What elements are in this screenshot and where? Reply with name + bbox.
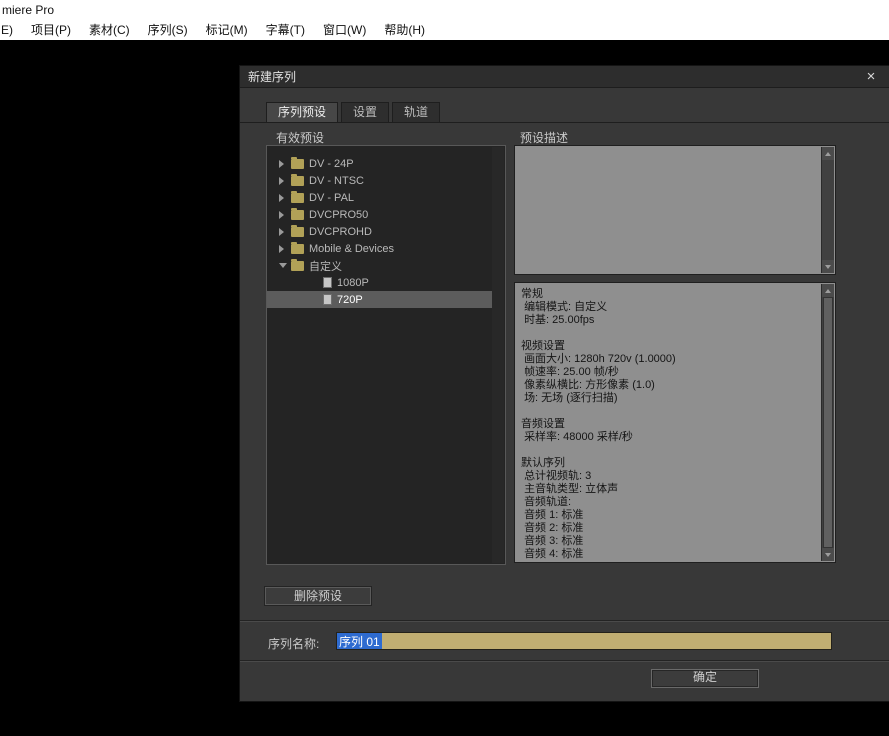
scroll-down-icon[interactable] xyxy=(822,548,834,561)
menu-item[interactable]: 标记(M) xyxy=(197,20,257,40)
details-scrollbar[interactable] xyxy=(821,284,834,561)
scroll-up-icon[interactable] xyxy=(822,284,834,297)
folder-icon xyxy=(291,227,304,237)
tab-bar: 序列预设 设置 轨道 xyxy=(266,102,443,123)
tree-item-label: DV - NTSC xyxy=(309,175,364,187)
tree-item[interactable]: DVCPRO50 xyxy=(267,206,492,223)
scroll-thumb[interactable] xyxy=(823,297,833,548)
folder-icon xyxy=(291,261,304,271)
tree-item-label: 1080P xyxy=(337,277,369,289)
divider xyxy=(240,660,889,662)
menu-item[interactable]: 素材(C) xyxy=(80,20,139,40)
description-line: 总计视频轨: 3 xyxy=(521,470,815,483)
menu-bar: E) 项目(P) 素材(C) 序列(S) 标记(M) 字幕(T) 窗口(W) 帮… xyxy=(0,20,889,40)
tree-item[interactable]: 自定义 xyxy=(267,257,492,274)
tree-item[interactable]: DV - NTSC xyxy=(267,172,492,189)
description-line: 主音轨类型: 立体声 xyxy=(521,483,815,496)
description-line: 像素纵横比: 方形像素 (1.0) xyxy=(521,379,815,392)
description-line: 视频设置 xyxy=(521,340,815,353)
preset-tree: DV - 24P DV - NTSC DV - PAL DVCPRO50 DVC xyxy=(266,145,506,565)
description-line: 音频 2: 标准 xyxy=(521,522,815,535)
tree-item-label: 720P xyxy=(337,294,363,306)
tree-item-label: DV - PAL xyxy=(309,192,354,204)
description-line: 时基: 25.00fps xyxy=(521,314,815,327)
description-line: 采样率: 48000 采样/秒 xyxy=(521,431,815,444)
description-line: 音频 4: 标准 xyxy=(521,548,815,561)
selected-text: 序列 01 xyxy=(337,632,382,650)
expander-collapsed-icon[interactable] xyxy=(279,159,291,169)
tree-item[interactable]: DV - 24P xyxy=(267,155,492,172)
sequence-name-input[interactable]: 序列 01 xyxy=(336,632,832,650)
tab-tracks[interactable]: 轨道 xyxy=(392,102,440,123)
preset-details-box: 常规 编辑模式: 自定义 时基: 25.00fps 视频设置 画面大小: 128… xyxy=(514,282,836,563)
menu-item[interactable]: 项目(P) xyxy=(22,20,80,40)
dialog-title: 新建序列 xyxy=(248,66,296,88)
tree-item[interactable]: Mobile & Devices xyxy=(267,240,492,257)
description-line xyxy=(521,327,815,340)
description-line: 场: 无场 (逐行扫描) xyxy=(521,392,815,405)
expander-expanded-icon[interactable] xyxy=(279,261,291,271)
description-line xyxy=(521,405,815,418)
description-line: 音频设置 xyxy=(521,418,815,431)
menu-item[interactable]: 字幕(T) xyxy=(257,20,314,40)
expander-collapsed-icon[interactable] xyxy=(279,244,291,254)
app-title: miere Pro xyxy=(2,3,54,17)
description-line: 画面大小: 1280h 720v (1.0000) xyxy=(521,353,815,366)
preset-description-box xyxy=(514,145,836,275)
description-line: 常规 xyxy=(521,288,815,301)
description-line: 音频轨道: xyxy=(521,496,815,509)
menu-item[interactable]: 序列(S) xyxy=(139,20,197,40)
expander-collapsed-icon[interactable] xyxy=(279,193,291,203)
tree-scrollbar-track[interactable] xyxy=(492,147,504,563)
scroll-down-icon[interactable] xyxy=(822,260,834,273)
available-presets-label: 有效预设 xyxy=(276,129,324,146)
tab-settings[interactable]: 设置 xyxy=(341,102,389,123)
tree-item-label: DV - 24P xyxy=(309,158,354,170)
description-line: 帧速率: 25.00 帧/秒 xyxy=(521,366,815,379)
delete-preset-button[interactable]: 删除预设 xyxy=(265,587,371,605)
tree-item-selected[interactable]: 720P xyxy=(267,291,492,308)
tree-item[interactable]: 1080P xyxy=(267,274,492,291)
description-line: 编辑模式: 自定义 xyxy=(521,301,815,314)
dialog-title-bar[interactable]: 新建序列 × xyxy=(240,66,889,88)
menu-item[interactable]: 窗口(W) xyxy=(314,20,375,40)
folder-icon xyxy=(291,244,304,254)
description-line: 默认序列 xyxy=(521,457,815,470)
app-title-bar: miere Pro xyxy=(0,0,889,20)
tree-item[interactable]: DV - PAL xyxy=(267,189,492,206)
expander-collapsed-icon[interactable] xyxy=(279,227,291,237)
folder-icon xyxy=(291,210,304,220)
description-scrollbar[interactable] xyxy=(821,147,834,273)
tab-sequence-presets[interactable]: 序列预设 xyxy=(266,102,338,123)
scroll-up-icon[interactable] xyxy=(822,147,834,160)
tab-divider xyxy=(240,122,889,123)
sequence-name-label: 序列名称: xyxy=(268,635,319,652)
tree-item-label: 自定义 xyxy=(309,258,342,274)
tree-item[interactable]: DVCPROHD xyxy=(267,223,492,240)
ok-button[interactable]: 确定 xyxy=(651,669,759,688)
menu-item[interactable]: 帮助(H) xyxy=(375,20,434,40)
menu-item[interactable]: E) xyxy=(0,20,22,40)
expander-collapsed-icon[interactable] xyxy=(279,210,291,220)
tree-item-label: DVCPROHD xyxy=(309,226,372,238)
divider xyxy=(240,620,889,622)
preset-description-label: 预设描述 xyxy=(520,129,568,146)
expander-collapsed-icon[interactable] xyxy=(279,176,291,186)
folder-icon xyxy=(291,193,304,203)
description-line xyxy=(521,444,815,457)
tree-item-label: Mobile & Devices xyxy=(309,243,394,255)
screen: miere Pro E) 项目(P) 素材(C) 序列(S) 标记(M) 字幕(… xyxy=(0,0,889,736)
tree-item-label: DVCPRO50 xyxy=(309,209,368,221)
close-icon[interactable]: × xyxy=(861,67,881,87)
preset-file-icon xyxy=(323,277,332,288)
new-sequence-dialog: 新建序列 × 序列预设 设置 轨道 有效预设 DV - 24P DV - NTS… xyxy=(240,66,889,701)
description-line: 音频 1: 标准 xyxy=(521,509,815,522)
folder-icon xyxy=(291,176,304,186)
folder-icon xyxy=(291,159,304,169)
description-line: 音频 3: 标准 xyxy=(521,535,815,548)
preset-file-icon xyxy=(323,294,332,305)
